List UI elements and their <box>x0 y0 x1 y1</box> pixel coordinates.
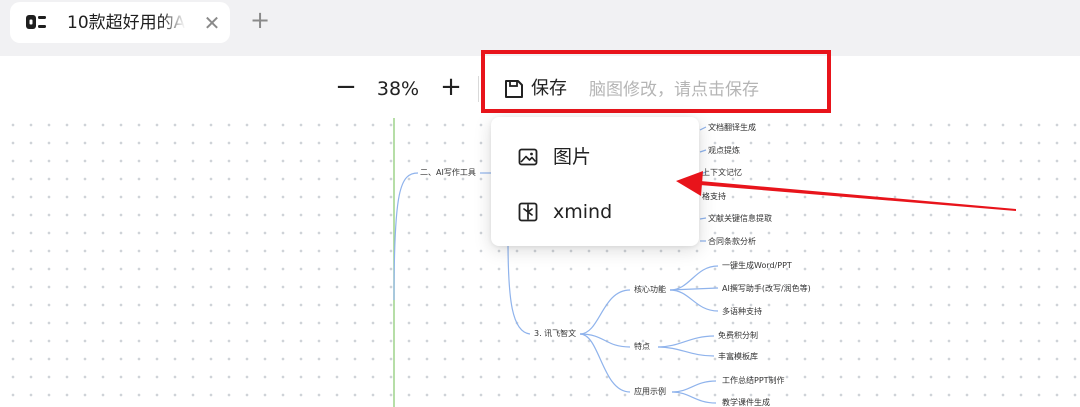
export-menu: 图片 xmind <box>491 117 699 246</box>
toolbar-divider <box>478 76 479 102</box>
mindmap-tool-node[interactable]: 3. 讯飞智文 <box>534 329 576 339</box>
mindmap-leaf-node[interactable]: 教学课件生成 <box>722 398 770 407</box>
tab-title: 10款超好用的AI <box>67 13 185 33</box>
mindmap-branch-node[interactable]: 核心功能 <box>634 285 666 295</box>
tab-bar: 10款超好用的AI ✕ + <box>0 0 1080 56</box>
mindmap-node[interactable]: 格支持 <box>702 192 726 202</box>
zoom-out-button[interactable]: − <box>333 72 359 102</box>
zoom-level: 38% <box>376 78 420 100</box>
export-xmind-item[interactable]: xmind <box>491 187 699 237</box>
mindmap-node[interactable]: 合同条款分析 <box>708 237 756 247</box>
active-tab[interactable]: 10款超好用的AI ✕ <box>10 2 230 43</box>
mindmap-node[interactable]: 文献关键信息提取 <box>708 214 772 224</box>
mindmap-leaf-node[interactable]: AI撰写助手(改写/润色等) <box>722 284 811 294</box>
mindmap-branch-node[interactable]: 特点 <box>634 342 650 352</box>
mindmap-leaf-node[interactable]: 多语种支持 <box>722 307 762 317</box>
mindmap-branch-node[interactable]: 应用示例 <box>634 387 666 397</box>
image-icon <box>518 148 538 166</box>
annotation-highlight-box <box>481 50 831 113</box>
export-xmind-label: xmind <box>553 201 613 223</box>
mindmap-node[interactable]: 上下文记忆 <box>702 168 742 178</box>
mindmap-leaf-node[interactable]: 免费积分制 <box>718 331 758 341</box>
export-image-item[interactable]: 图片 <box>491 132 699 182</box>
mindmap-leaf-node[interactable]: 一键生成Word/PPT <box>722 261 792 271</box>
mindmap-node[interactable]: 观点提炼 <box>708 146 740 156</box>
xmind-icon <box>518 202 538 222</box>
mindmap-section-node[interactable]: 二、AI写作工具 <box>420 168 476 178</box>
mindmap-node[interactable]: 文档翻译生成 <box>708 123 756 133</box>
close-tab-icon[interactable]: ✕ <box>200 11 224 35</box>
zoom-in-button[interactable]: + <box>438 72 464 102</box>
export-image-label: 图片 <box>553 146 592 168</box>
mindmap-leaf-node[interactable]: 工作总结PPT制作 <box>722 376 785 386</box>
mindmap-leaf-node[interactable]: 丰富模板库 <box>718 352 758 362</box>
mindmap-doc-icon <box>26 15 46 29</box>
new-tab-icon[interactable]: + <box>246 6 274 34</box>
